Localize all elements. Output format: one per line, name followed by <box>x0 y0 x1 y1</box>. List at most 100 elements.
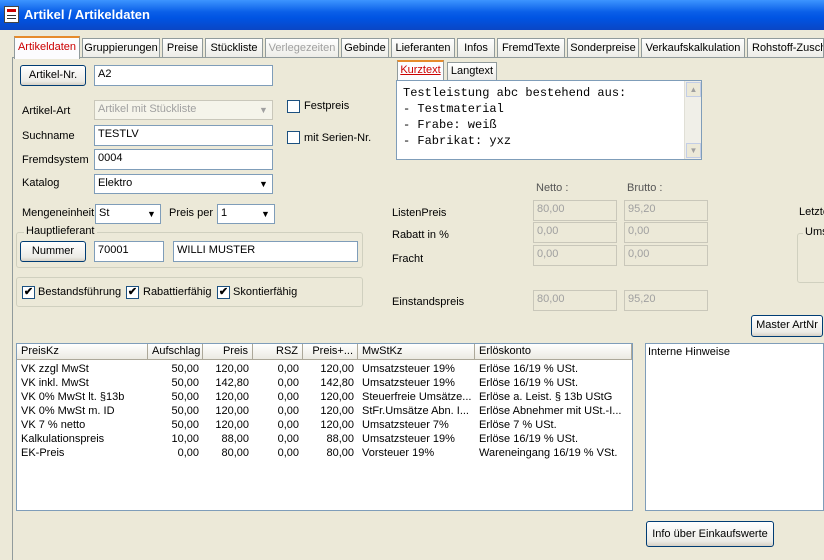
cell-preis-plus: 88,00 <box>326 433 354 445</box>
cell-preis: 80,00 <box>221 447 249 459</box>
table-row[interactable]: VK 7 % netto 50,00 120,00 0,00 120,00 Umsatzs… <box>17 419 632 433</box>
cell-preis-plus: 120,00 <box>320 391 354 403</box>
grid-header-preis[interactable]: Preis <box>203 344 253 360</box>
lieferant-nr-field[interactable]: 70001 <box>94 241 164 262</box>
tab-rohstoff-zuschlag[interactable]: Rohstoff-Zuschl <box>747 38 824 58</box>
rabatt-label: Rabatt in % <box>392 229 449 241</box>
tab-kurztext[interactable]: Kurztext <box>397 60 444 80</box>
listenpreis-brutto-field[interactable]: 95,20 <box>624 200 708 221</box>
kurztext-memo[interactable]: Testleistung abc bestehend aus: - Testma… <box>396 80 702 160</box>
artikel-art-label: Artikel-Art <box>22 105 71 117</box>
grid-header-erloeskonto[interactable]: Erlöskonto <box>475 344 632 360</box>
tab-stueckliste[interactable]: Stückliste <box>205 38 263 58</box>
master-artnr-button[interactable]: Master ArtNr <box>751 315 823 337</box>
table-row[interactable]: VK 0% MwSt m. ID 50,00 120,00 0,00 120,00 StF… <box>17 405 632 419</box>
fremdsystem-field[interactable]: 0004 <box>94 149 273 170</box>
tab-gruppierungen[interactable]: Gruppierungen <box>82 38 160 58</box>
listenpreis-netto-field[interactable]: 80,00 <box>533 200 617 221</box>
cell-preis-plus: 120,00 <box>320 405 354 417</box>
grid-header-rsz[interactable]: RSZ <box>253 344 303 360</box>
fracht-brutto-field[interactable]: 0,00 <box>624 245 708 266</box>
lieferant-name-field[interactable]: WILLI MUSTER <box>173 241 358 262</box>
cell-preis-plus: 80,00 <box>326 447 354 459</box>
grid-header-mwstkz[interactable]: MwStKz <box>358 344 475 360</box>
ums-group <box>797 233 824 283</box>
table-row[interactable]: VK zzgl MwSt 50,00 120,00 0,00 120,00 Umsatzs… <box>17 363 632 377</box>
fracht-label: Fracht <box>392 253 424 265</box>
title-bar: Artikel / Artikeldaten <box>0 0 824 30</box>
listenpreis-label: ListenPreis <box>392 207 447 219</box>
grid-header-aufschlag[interactable]: Aufschlag <box>148 344 203 360</box>
cell-preis: 120,00 <box>215 363 249 375</box>
cell-rsz: 0,00 <box>277 377 299 389</box>
cell-aufschlag: 50,00 <box>171 377 199 389</box>
scroll-down-icon[interactable]: ▼ <box>686 143 701 158</box>
tab-verlegezeiten[interactable]: Verlegezeiten <box>265 38 339 58</box>
suchname-field[interactable]: TESTLV <box>94 125 273 146</box>
cell-mwstkz: Steuerfreie Umsätze... <box>362 391 472 403</box>
kurztext-scrollbar[interactable]: ▲ ▼ <box>684 81 701 159</box>
cell-aufschlag: 50,00 <box>171 419 199 431</box>
cell-erloeskonto: Erlöse 16/19 % USt. <box>479 363 579 375</box>
skontierfaehig-checkbox[interactable]: ✔ <box>217 286 230 299</box>
scroll-up-icon[interactable]: ▲ <box>686 82 701 97</box>
serien-nr-checkbox[interactable] <box>287 131 300 144</box>
artikel-nr-button[interactable]: Artikel-Nr. <box>20 65 86 86</box>
bestandsfuehrung-checkbox[interactable]: ✔ <box>22 286 35 299</box>
tab-sonderpreise[interactable]: Sonderpreise <box>567 38 639 58</box>
tab-fremdtexte[interactable]: FremdTexte <box>497 38 565 58</box>
grid-header-preiskz[interactable]: PreisKz <box>17 344 148 360</box>
cell-aufschlag: 50,00 <box>171 391 199 403</box>
table-row[interactable]: VK inkl. MwSt 50,00 142,80 0,00 142,80 Umsatz… <box>17 377 632 391</box>
tab-artikeldaten[interactable]: Artikeldaten <box>14 36 80 59</box>
cell-preis: 120,00 <box>215 419 249 431</box>
cell-preiskz: Kalkulationspreis <box>21 433 105 445</box>
einstandspreis-brutto-field[interactable]: 95,20 <box>624 290 708 311</box>
festpreis-checkbox[interactable] <box>287 100 300 113</box>
cell-rsz: 0,00 <box>277 419 299 431</box>
cell-preiskz: VK inkl. MwSt <box>21 377 89 389</box>
fracht-netto-field[interactable]: 0,00 <box>533 245 617 266</box>
preis-grid[interactable]: PreisKz Aufschlag Preis RSZ Preis+... Mw… <box>16 343 633 511</box>
rabatt-brutto-field[interactable]: 0,00 <box>624 222 708 243</box>
table-row[interactable]: VK 0% MwSt lt. §13b 50,00 120,00 0,00 120,00… <box>17 391 632 405</box>
info-einkaufswerte-button[interactable]: Info über Einkaufswerte <box>646 521 774 547</box>
tab-verkaufskalkulation[interactable]: Verkaufskalkulation <box>641 38 745 58</box>
cell-mwstkz: Umsatzsteuer 19% <box>362 363 455 375</box>
einstandspreis-label: Einstandspreis <box>392 296 465 308</box>
table-row[interactable]: EK-Preis 0,00 80,00 0,00 80,00 Vorsteuer 19% W… <box>17 447 632 461</box>
table-row[interactable]: Kalkulationspreis 10,00 88,00 0,00 88,00 Umsa… <box>17 433 632 447</box>
artikel-art-select[interactable]: Artikel mit Stückliste ▼ <box>94 100 273 120</box>
artikel-art-value: Artikel mit Stückliste <box>98 103 197 115</box>
cell-rsz: 0,00 <box>277 433 299 445</box>
fremdsystem-label: Fremdsystem <box>22 154 89 166</box>
interne-hinweise-text: Interne Hinweise <box>648 346 730 358</box>
mengeneinheit-value: St <box>99 207 110 219</box>
tab-strip: Artikeldaten Gruppierungen Preise Stückl… <box>12 36 824 59</box>
grid-header-preis-plus[interactable]: Preis+... <box>303 344 358 360</box>
mengeneinheit-select[interactable]: St ▼ <box>95 204 161 224</box>
cell-preis: 142,80 <box>215 377 249 389</box>
tab-langtext[interactable]: Langtext <box>447 62 497 80</box>
serien-nr-label: mit Serien-Nr. <box>304 132 372 144</box>
cell-erloeskonto: Erlöse a. Leist. § 13b UStG <box>479 391 613 403</box>
preis-per-select[interactable]: 1 ▼ <box>217 204 275 224</box>
cell-preis: 120,00 <box>215 391 249 403</box>
artikel-nr-field[interactable]: A2 <box>94 65 273 86</box>
rabattierfaehig-checkbox[interactable]: ✔ <box>126 286 139 299</box>
tab-infos[interactable]: Infos <box>457 38 495 58</box>
rabatt-netto-field[interactable]: 0,00 <box>533 222 617 243</box>
katalog-select[interactable]: Elektro ▼ <box>94 174 273 194</box>
nummer-button[interactable]: Nummer <box>20 241 86 262</box>
tab-preise[interactable]: Preise <box>162 38 203 58</box>
interne-hinweise-memo[interactable]: Interne Hinweise <box>645 343 824 511</box>
katalog-value: Elektro <box>98 177 133 189</box>
chevron-down-icon: ▼ <box>144 206 159 222</box>
tab-gebinde[interactable]: Gebinde <box>341 38 389 58</box>
cell-erloeskonto: Erlöse 16/19 % USt. <box>479 433 579 445</box>
hauptlieferant-legend: Hauptlieferant <box>24 225 97 237</box>
einstandspreis-netto-field[interactable]: 80,00 <box>533 290 617 311</box>
tab-lieferanten[interactable]: Lieferanten <box>391 38 455 58</box>
cell-aufschlag: 10,00 <box>171 433 199 445</box>
bestandsfuehrung-label: Bestandsführung <box>38 286 122 298</box>
